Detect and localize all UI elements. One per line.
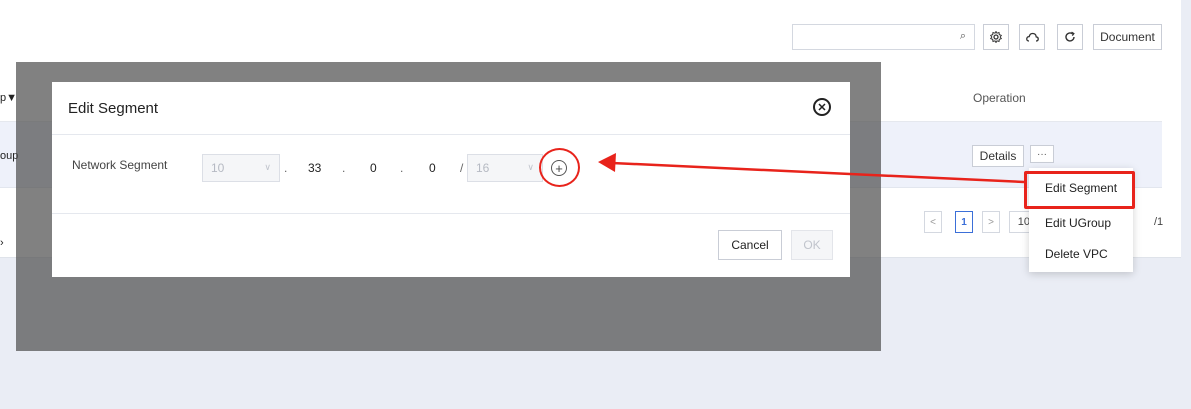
annotation-arrow	[598, 153, 1025, 184]
